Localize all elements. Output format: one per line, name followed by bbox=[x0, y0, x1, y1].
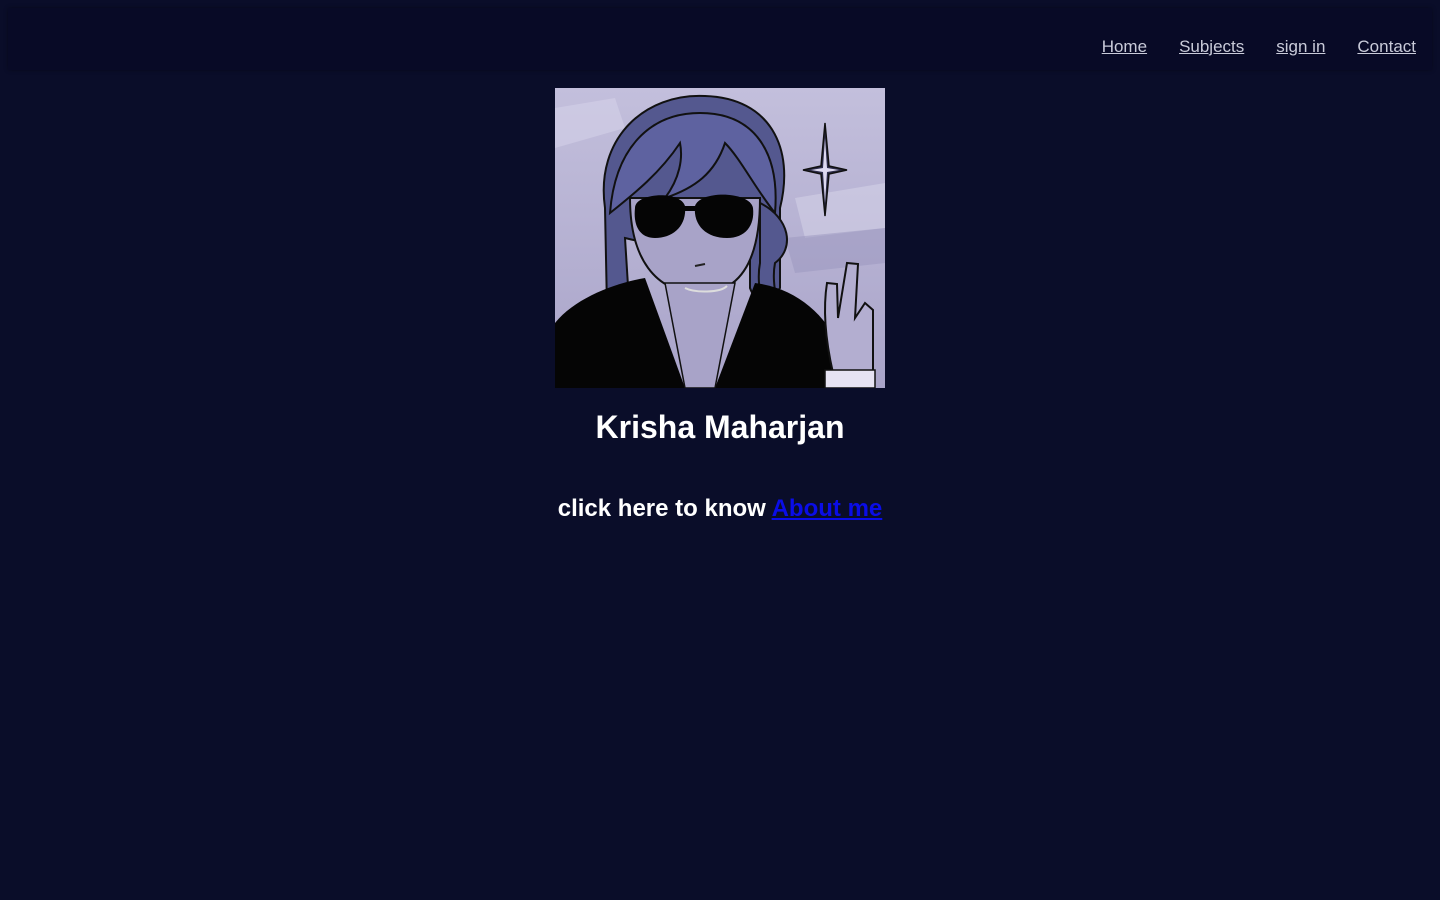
about-prefix-text: click here to know bbox=[557, 495, 766, 522]
nav-link-contact[interactable]: Contact bbox=[1357, 37, 1416, 57]
nav-links: Home Subjects sign in Contact bbox=[1102, 37, 1416, 57]
top-navbar: Home Subjects sign in Contact bbox=[8, 8, 1432, 70]
nav-link-home[interactable]: Home bbox=[1102, 37, 1147, 57]
profile-name: Krisha Maharjan bbox=[595, 409, 845, 445]
about-me-link[interactable]: About me bbox=[772, 495, 883, 522]
about-prompt: click here to know About me bbox=[0, 494, 1440, 524]
nav-link-subjects[interactable]: Subjects bbox=[1179, 37, 1244, 57]
profile-avatar-image bbox=[555, 88, 885, 388]
nav-link-sign-in[interactable]: sign in bbox=[1276, 37, 1325, 57]
profile-illustration-icon bbox=[555, 88, 885, 388]
